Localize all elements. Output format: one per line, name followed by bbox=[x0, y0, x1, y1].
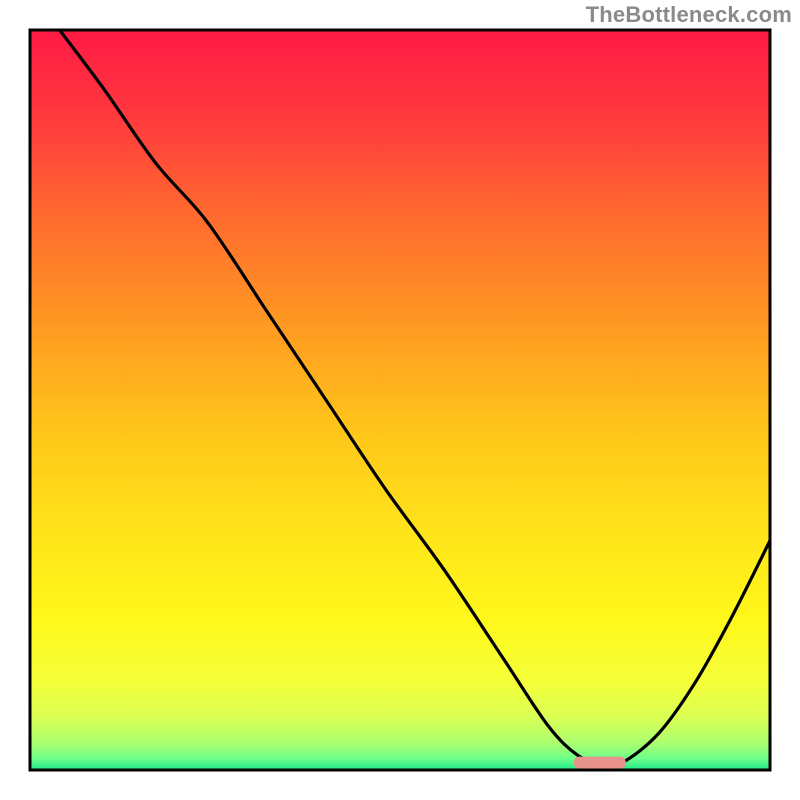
bottleneck-chart bbox=[0, 0, 800, 800]
watermark-text: TheBottleneck.com bbox=[586, 2, 792, 28]
chart-stage: TheBottleneck.com bbox=[0, 0, 800, 800]
plot-area bbox=[30, 30, 770, 770]
optimum-marker bbox=[574, 757, 626, 769]
